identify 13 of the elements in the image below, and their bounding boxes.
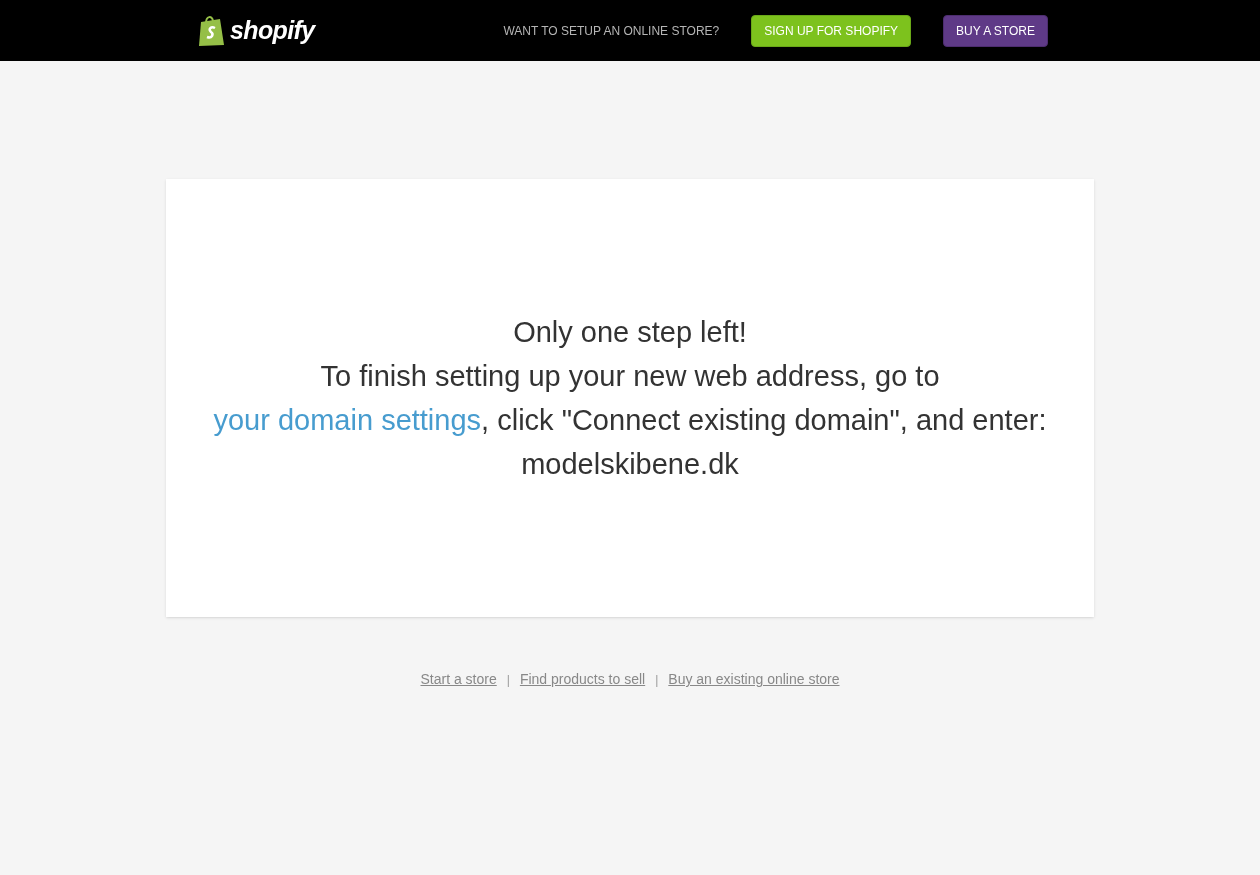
footer-link[interactable]: Start a store — [420, 669, 497, 690]
footer-link[interactable]: Find products to sell — [519, 669, 646, 690]
heading: Only one step left! — [513, 315, 747, 350]
separator: | — [506, 671, 510, 689]
logo-text[interactable]: shopify — [230, 11, 315, 50]
shopping-bag-icon — [198, 14, 226, 47]
domain-settings-link[interactable]: your domain settings — [213, 404, 482, 436]
signup-button[interactable]: SIGN UP FOR SHOPIFY — [751, 14, 912, 47]
separator: | — [655, 671, 659, 689]
instruction-text: To finish setting up your new web address, go to your domain settings, click "Connect existing domain", and enter: modelskibene.dk — [212, 359, 1048, 482]
buy-store-button[interactable]: BUY A STORE — [943, 14, 1048, 47]
signup-prompt: WANT TO SETUP AN ONLINE STORE? — [503, 22, 720, 40]
footer-link[interactable]: Buy an existing online store — [668, 669, 840, 690]
